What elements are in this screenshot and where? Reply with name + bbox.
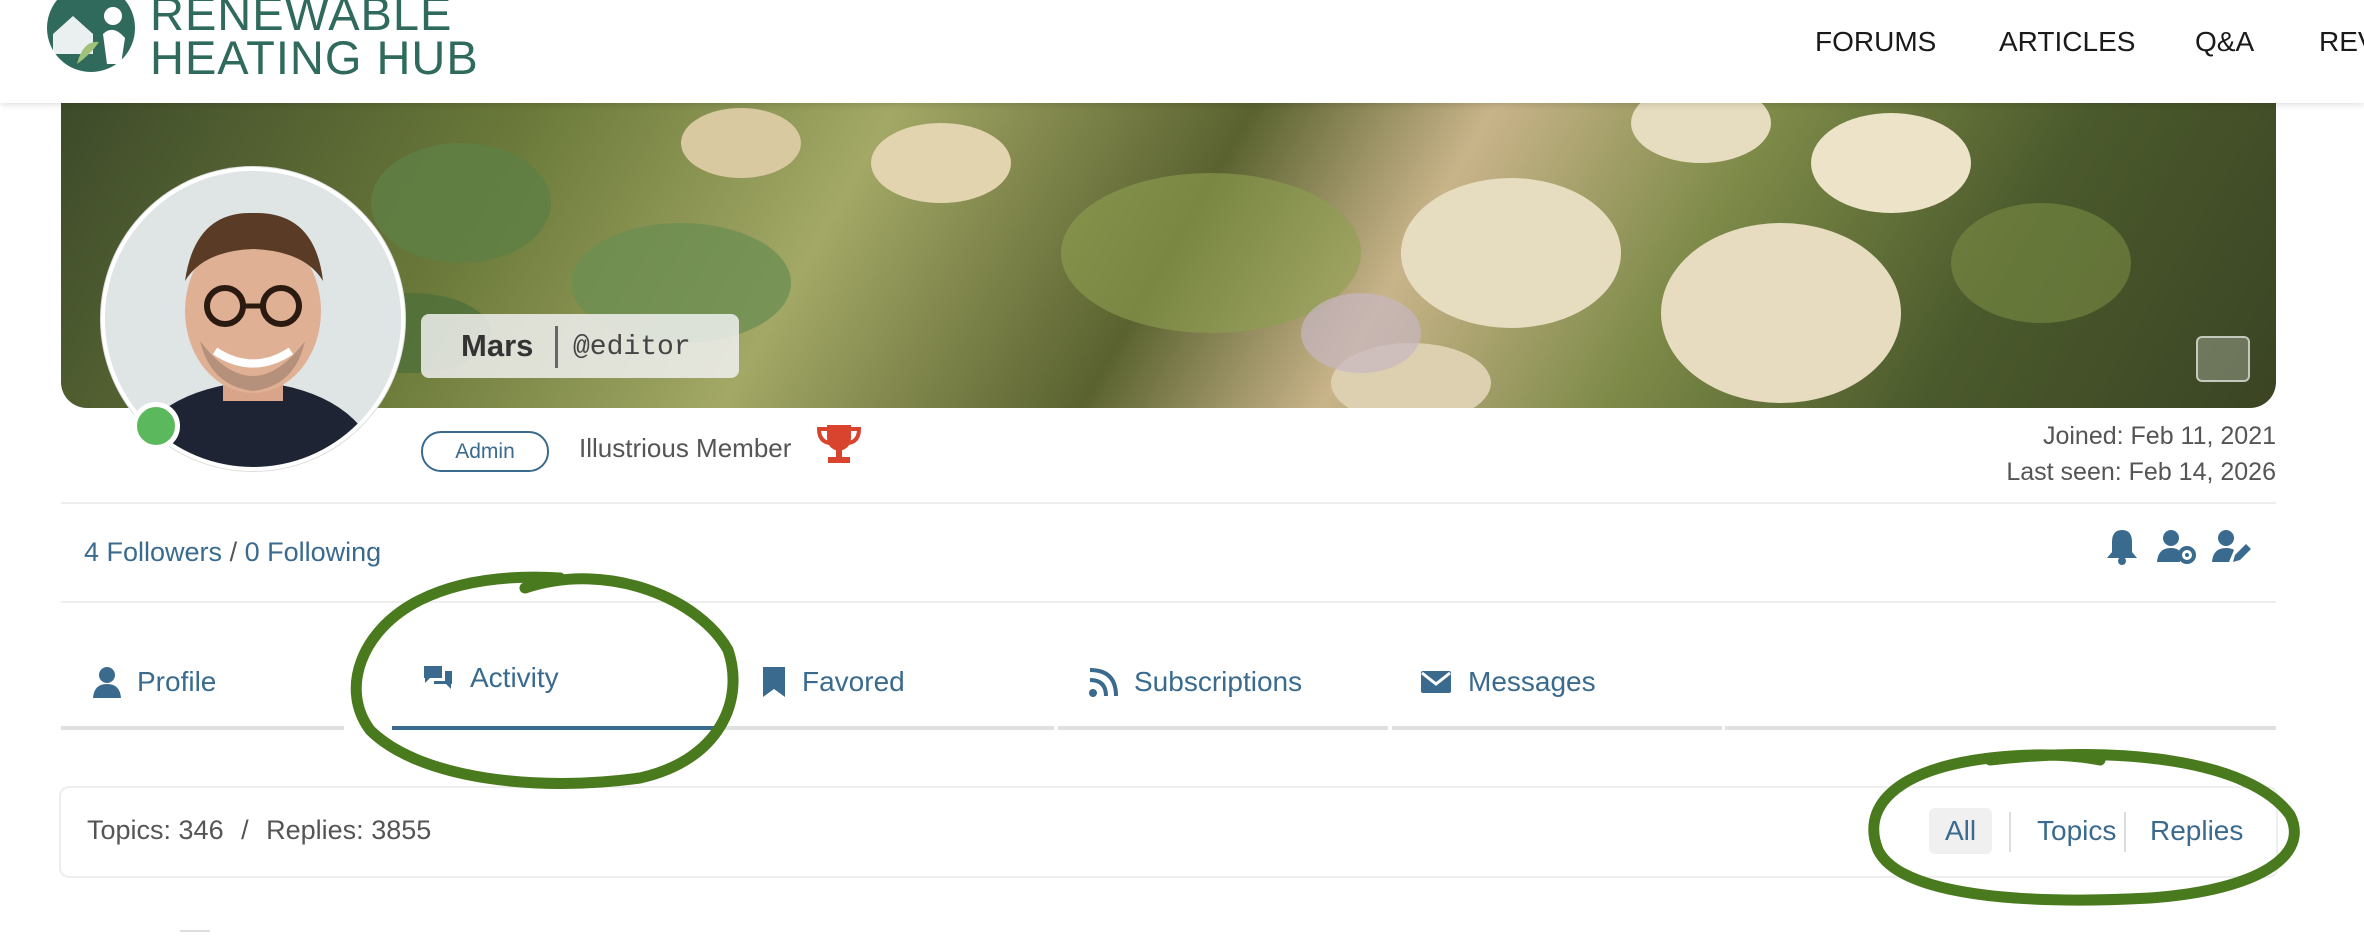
user-settings-icon[interactable] — [2156, 526, 2196, 566]
user-icon — [93, 667, 121, 698]
divider — [180, 930, 210, 932]
site-header: RENEWABLE HEATING HUB FORUMS ARTICLES Q&… — [0, 0, 2364, 103]
divider — [61, 601, 2276, 603]
profile-name-box: Mars @editor — [421, 314, 739, 378]
tab-favored[interactable]: Favored — [724, 640, 1054, 730]
bookmark-icon — [763, 667, 785, 697]
follow-stats: 4 Followers / 0 Following — [84, 537, 381, 568]
username: @editor — [573, 332, 691, 363]
counts-separator: / — [241, 815, 249, 845]
member-rank: Illustrious Member — [579, 433, 792, 463]
tab-label: Profile — [137, 666, 217, 697]
divider — [61, 502, 2276, 504]
nav-forums[interactable]: FORUMS — [1815, 26, 1936, 58]
change-cover-image-icon[interactable] — [2196, 336, 2250, 382]
last-seen-date: Last seen: Feb 14, 2026 — [2006, 458, 2276, 486]
rss-icon — [1089, 668, 1118, 697]
activity-counts: Topics: 346 / Replies: 3855 — [87, 815, 431, 846]
filter-topics[interactable]: Topics — [2021, 808, 2132, 854]
filter-all[interactable]: All — [1929, 808, 1993, 854]
user-edit-icon[interactable] — [2211, 526, 2251, 566]
topics-count: Topics: 346 — [87, 815, 224, 845]
tab-label: Favored — [802, 666, 905, 697]
replies-count: Replies: 3855 — [266, 815, 432, 845]
online-status-indicator — [132, 402, 180, 450]
follow-separator: / — [229, 537, 238, 567]
tab-label: Activity — [470, 662, 559, 693]
nav-articles[interactable]: ARTICLES — [1999, 26, 2135, 58]
tab-messages[interactable]: Messages — [1392, 640, 1722, 730]
name-divider — [555, 326, 558, 368]
tab-activity[interactable]: Activity — [392, 640, 724, 730]
joined-date: Joined: Feb 11, 2021 — [2042, 422, 2276, 450]
tab-label: Messages — [1468, 666, 1596, 697]
role-badge: Admin — [421, 431, 549, 472]
tab-label: Subscriptions — [1134, 666, 1303, 697]
tab-profile[interactable]: Profile — [61, 640, 344, 730]
trophy-icon — [817, 425, 861, 463]
bell-icon[interactable] — [2102, 526, 2142, 566]
comments-icon — [424, 666, 452, 689]
display-name: Mars — [461, 328, 534, 363]
filter-divider — [2009, 812, 2011, 852]
main-nav: FORUMS ARTICLES Q&A REV — [0, 26, 2364, 66]
nav-qa[interactable]: Q&A — [2195, 26, 2254, 58]
following-link[interactable]: 0 Following — [245, 537, 382, 567]
activity-stats-bar: Topics: 346 / Replies: 3855 All Topics R… — [59, 786, 2278, 878]
tab-spacer — [1725, 640, 2276, 730]
followers-link[interactable]: 4 Followers — [84, 537, 222, 567]
nav-reviews[interactable]: REV — [2319, 26, 2364, 58]
tab-subscriptions[interactable]: Subscriptions — [1058, 640, 1388, 730]
filter-divider — [2124, 812, 2126, 852]
filter-replies[interactable]: Replies — [2134, 808, 2259, 854]
envelope-icon — [1421, 671, 1451, 693]
